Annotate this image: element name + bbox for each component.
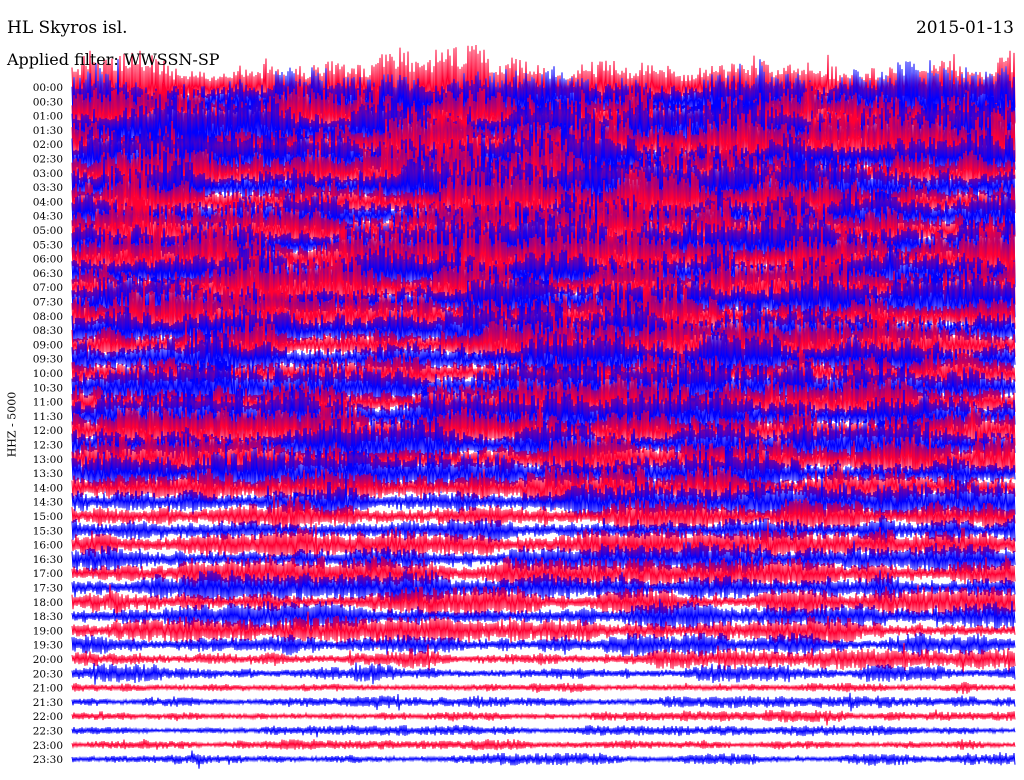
time-label-0900: 09:00 <box>33 339 63 351</box>
time-label-2030: 20:30 <box>33 668 63 680</box>
time-label-1200: 12:00 <box>33 425 63 437</box>
time-label-0430: 04:30 <box>33 211 63 223</box>
filter-label: Applied filter: WWSSN-SP <box>7 50 220 69</box>
trace-2100 <box>71 681 1016 695</box>
time-label-0700: 07:00 <box>33 282 63 294</box>
time-label-0530: 05:30 <box>33 239 63 251</box>
time-label-0030: 00:30 <box>33 96 63 108</box>
trace-2200 <box>71 709 1016 726</box>
time-label-2330: 23:30 <box>33 754 63 766</box>
time-label-1230: 12:30 <box>33 440 63 452</box>
time-label-2230: 22:30 <box>33 726 63 738</box>
time-label-2100: 21:00 <box>33 683 63 695</box>
time-label-0200: 02:00 <box>33 139 63 151</box>
time-label-2300: 23:00 <box>33 740 63 752</box>
time-label-0630: 06:30 <box>33 268 63 280</box>
time-label-0800: 08:00 <box>33 311 63 323</box>
station-title: HL Skyros isl. <box>7 18 128 38</box>
time-label-1530: 15:30 <box>33 525 63 537</box>
trace-2030 <box>71 662 1016 685</box>
time-label-0330: 03:30 <box>33 182 63 194</box>
time-label-0300: 03:00 <box>33 168 63 180</box>
time-label-1100: 11:00 <box>33 397 63 409</box>
time-label-1730: 17:30 <box>33 583 63 595</box>
time-label-1000: 10:00 <box>33 368 63 380</box>
time-label-2130: 21:30 <box>33 697 63 709</box>
time-label-0400: 04:00 <box>33 196 63 208</box>
time-label-0230: 02:30 <box>33 154 63 166</box>
time-label-0600: 06:00 <box>33 254 63 266</box>
time-label-2000: 20:00 <box>33 654 63 666</box>
trace-2300 <box>71 739 1016 751</box>
time-label-1600: 16:00 <box>33 540 63 552</box>
time-label-2200: 22:00 <box>33 711 63 723</box>
time-label-0100: 01:00 <box>33 111 63 123</box>
time-label-1030: 10:30 <box>33 382 63 394</box>
time-label-1400: 14:00 <box>33 482 63 494</box>
time-label-0930: 09:30 <box>33 354 63 366</box>
date-title: 2015-01-13 <box>915 18 1014 38</box>
time-label-1900: 19:00 <box>33 625 63 637</box>
trace-2230 <box>71 724 1016 738</box>
time-label-1430: 14:30 <box>33 497 63 509</box>
time-label-1800: 18:00 <box>33 597 63 609</box>
time-label-1300: 13:00 <box>33 454 63 466</box>
seismogram-plot: 00:00 00:30 01:00 01:30 02:00 02:30 03:00 03:30… <box>0 44 1016 780</box>
trace-2330 <box>71 750 1016 769</box>
time-label-0500: 05:00 <box>33 225 63 237</box>
time-label-1700: 17:00 <box>33 568 63 580</box>
time-label-1500: 15:00 <box>33 511 63 523</box>
time-label-1630: 16:30 <box>33 554 63 566</box>
time-label-0730: 07:30 <box>33 297 63 309</box>
time-label-1930: 19:30 <box>33 640 63 652</box>
time-label-0130: 01:30 <box>33 125 63 137</box>
time-label-0000: 00:00 <box>33 82 63 94</box>
time-label-1830: 18:30 <box>33 611 63 623</box>
time-label-1130: 11:30 <box>33 411 63 423</box>
time-label-0830: 08:30 <box>33 325 63 337</box>
time-label-1330: 13:30 <box>33 468 63 480</box>
trace-2130 <box>71 692 1016 712</box>
channel-label: HHZ - 5000 <box>5 391 19 458</box>
